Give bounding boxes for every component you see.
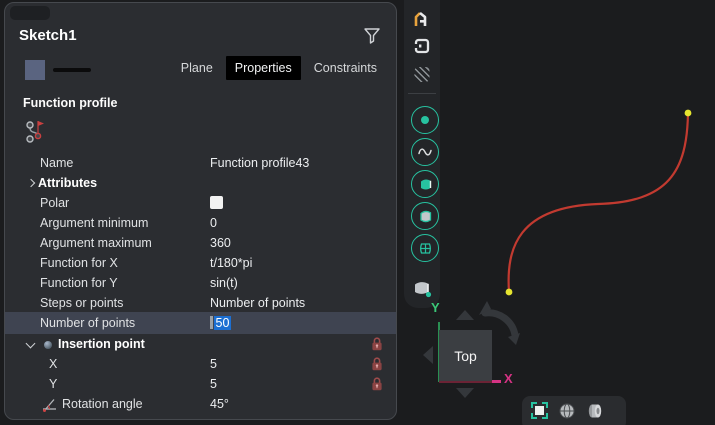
- point-tool-button[interactable]: [411, 106, 439, 134]
- surface-filled-icon: [417, 176, 434, 193]
- property-label: Rotation angle: [62, 394, 143, 414]
- zoom-fit-icon: [535, 406, 544, 415]
- property-value[interactable]: t/180*pi: [210, 253, 252, 273]
- nav-arrow-up[interactable]: [456, 310, 474, 320]
- group-label: Insertion point: [58, 334, 145, 354]
- row-insertion-point[interactable]: Insertion point: [5, 334, 396, 354]
- property-value[interactable]: 45°: [210, 394, 229, 414]
- view-cube-label: Top: [454, 348, 477, 364]
- point-icon: [44, 341, 52, 349]
- sine-wave-icon: [416, 143, 434, 161]
- panel-tab-bar: Plane Properties Constraints: [172, 56, 386, 80]
- number-of-points-input[interactable]: 50: [210, 312, 231, 334]
- selected-text[interactable]: 50: [214, 316, 232, 330]
- row-function-y[interactable]: Function for Y sin(t): [5, 273, 396, 293]
- polar-checkbox[interactable]: [210, 196, 223, 209]
- panel-handle[interactable]: [10, 6, 50, 20]
- property-label: Function for X: [40, 253, 118, 273]
- axis-x-dash: [492, 380, 501, 383]
- hatch-icon: [415, 67, 430, 82]
- surface-icon: [417, 208, 434, 225]
- property-value[interactable]: 0: [210, 213, 217, 233]
- curve-start-point[interactable]: [506, 289, 513, 296]
- function-curve-path[interactable]: [509, 113, 688, 292]
- property-label: Number of points: [40, 312, 135, 334]
- steps-dropdown-value[interactable]: Number of points: [210, 293, 305, 313]
- property-label: Polar: [40, 193, 69, 213]
- surface-filled-tool-button[interactable]: [411, 170, 439, 198]
- property-label: Name: [40, 153, 73, 173]
- section-title: Function profile: [23, 96, 117, 110]
- filter-button[interactable]: [362, 26, 382, 48]
- row-steps-or-points[interactable]: Steps or points Number of points: [5, 293, 396, 313]
- row-function-x[interactable]: Function for X t/180*pi: [5, 253, 396, 273]
- row-y[interactable]: Y 5: [5, 374, 396, 394]
- axis-x-line: [439, 381, 492, 383]
- property-label: Steps or points: [40, 293, 123, 313]
- sketch-tool-column: [404, 0, 440, 308]
- app-window: Sketch1 Plane Properties Constraints Fun…: [0, 0, 715, 425]
- function-profile-icon: [25, 119, 47, 148]
- property-label: Argument minimum: [40, 213, 148, 233]
- property-value[interactable]: 360: [210, 233, 231, 253]
- curve-end-point[interactable]: [685, 110, 692, 117]
- toolbar-divider: [408, 93, 436, 94]
- home-icon: [412, 9, 432, 29]
- property-value[interactable]: 5: [210, 354, 217, 374]
- cylinder-icon: [585, 402, 605, 420]
- axis-y-label: Y: [431, 300, 440, 315]
- shaded-view-button[interactable]: [558, 402, 576, 420]
- sphere-icon: [558, 402, 576, 420]
- journal-icon: [413, 37, 431, 55]
- rotation-angle-icon: [41, 396, 58, 419]
- property-value[interactable]: 5: [210, 374, 217, 394]
- hatch-tool-button[interactable]: [415, 67, 430, 82]
- view-cube[interactable]: Top: [439, 330, 492, 382]
- function-profile-tool-button[interactable]: [411, 138, 439, 166]
- view-mode-button[interactable]: [585, 402, 603, 420]
- panel-title: Sketch1: [19, 27, 77, 44]
- point-icon: [417, 112, 433, 128]
- journal-tool-button[interactable]: [413, 37, 431, 58]
- property-label: Argument maximum: [40, 233, 152, 253]
- surface-tool-button[interactable]: [411, 202, 439, 230]
- zoom-fit-button[interactable]: [531, 402, 549, 420]
- property-value[interactable]: Function profile43: [210, 153, 309, 173]
- properties-panel: Sketch1 Plane Properties Constraints Fun…: [4, 2, 397, 420]
- axis-x-label: X: [504, 371, 513, 386]
- row-polar[interactable]: Polar: [5, 193, 396, 213]
- row-argument-maximum[interactable]: Argument maximum 360: [5, 233, 396, 253]
- text-caret: [210, 316, 213, 329]
- surface-point-tool-button[interactable]: [411, 278, 433, 303]
- surface-point-icon: [411, 278, 433, 300]
- grid-surface-tool-button[interactable]: [411, 234, 439, 262]
- row-attributes[interactable]: Attributes: [5, 173, 396, 193]
- row-argument-minimum[interactable]: Argument minimum 0: [5, 213, 396, 233]
- funnel-icon: [362, 26, 382, 48]
- sketch-color-swatch[interactable]: [25, 60, 45, 80]
- tab-constraints[interactable]: Constraints: [305, 56, 386, 80]
- property-value[interactable]: sin(t): [210, 273, 238, 293]
- chevron-right-icon[interactable]: [27, 179, 35, 187]
- nav-arrow-down[interactable]: [456, 388, 474, 398]
- property-label: Y: [49, 374, 57, 394]
- property-label: Function for Y: [40, 273, 118, 293]
- row-name[interactable]: Name Function profile43: [5, 153, 396, 173]
- tab-plane[interactable]: Plane: [172, 56, 222, 80]
- row-rotation-angle[interactable]: Rotation angle 45°: [5, 394, 396, 414]
- line-style-preview[interactable]: [53, 68, 91, 72]
- row-x[interactable]: X 5: [5, 354, 396, 374]
- group-label: Attributes: [38, 173, 97, 193]
- property-label: X: [49, 354, 57, 374]
- nav-arrow-left[interactable]: [423, 346, 433, 364]
- tab-properties[interactable]: Properties: [226, 56, 301, 80]
- chevron-down-icon[interactable]: [26, 339, 36, 349]
- row-number-of-points[interactable]: Number of points 50: [5, 312, 396, 334]
- grid-surface-icon: [417, 240, 434, 257]
- view-toolbar: [522, 396, 626, 425]
- home-tool-button[interactable]: [412, 9, 432, 32]
